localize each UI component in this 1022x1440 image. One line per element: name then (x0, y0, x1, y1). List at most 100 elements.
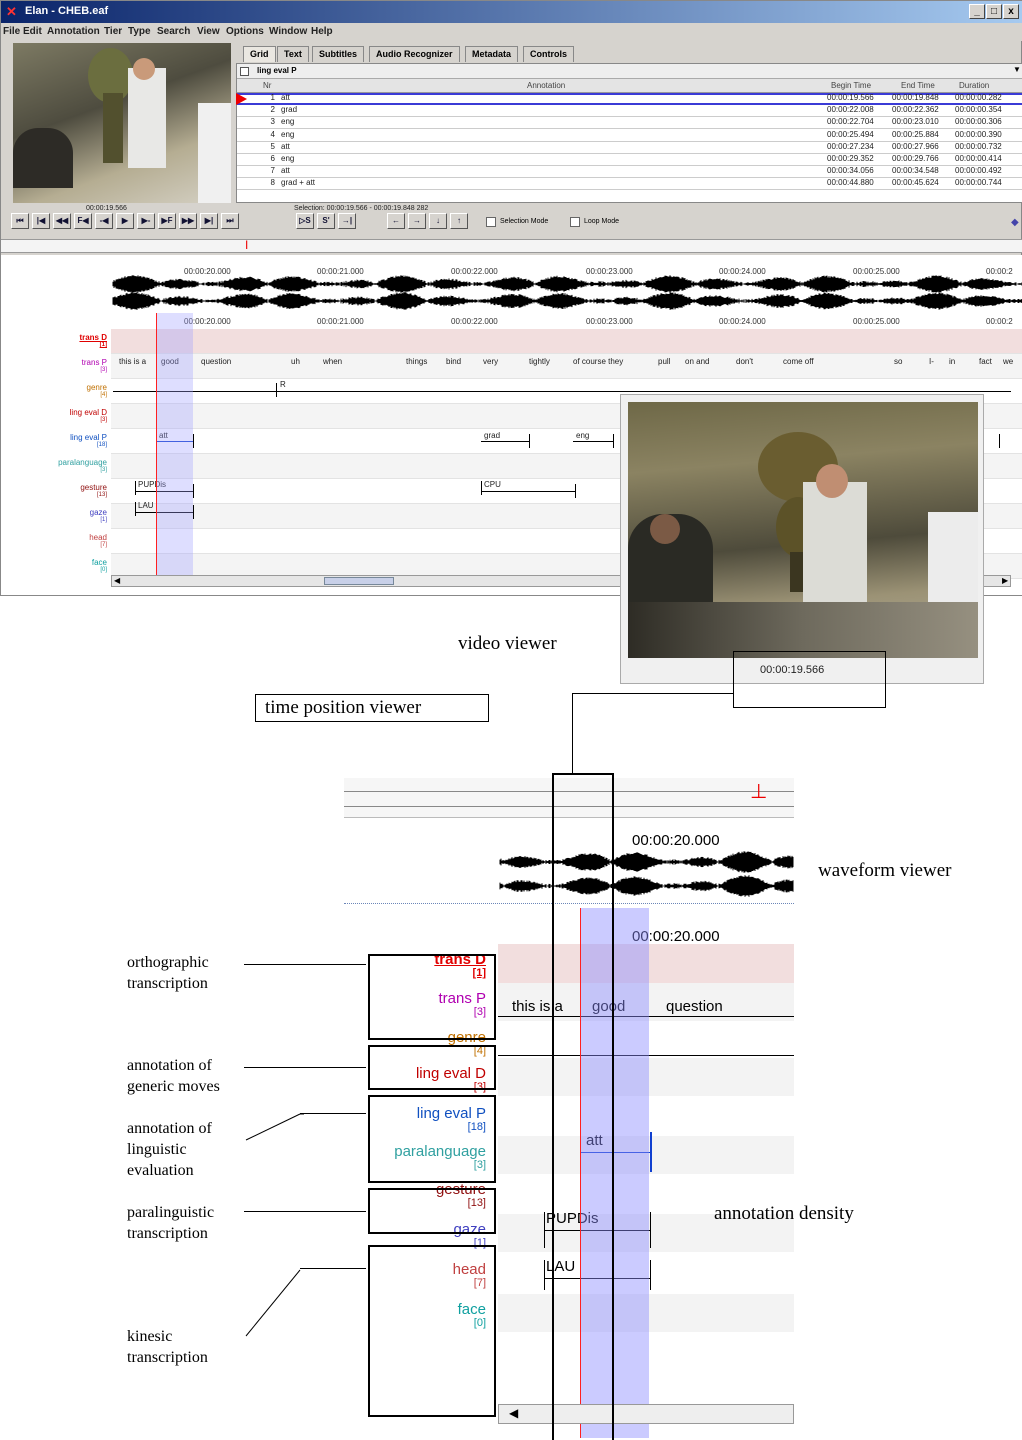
word-annotation[interactable]: tightly (529, 357, 550, 366)
back-second-button[interactable]: ◀◀ (53, 213, 71, 229)
volume-slider-icon[interactable]: ◆ (1011, 217, 1019, 228)
ling-eval-annotation[interactable]: eng (576, 431, 589, 440)
connector-line (245, 1113, 304, 1141)
media-controls: ⏮ |◀ ◀◀ F◀ -◀ ▶ ▶- ▶F ▶▶ ▶| ⏭ ▷S S' →| ←… (1, 213, 1022, 233)
table-row[interactable]: 2 grad 00:00:22.008 00:00:22.362 00:00:00.35… (237, 105, 1022, 118)
time-readout-outline (733, 651, 886, 708)
previous-frame-button[interactable]: |◀ (32, 213, 50, 229)
previous-annotation-button[interactable]: ← (387, 213, 405, 229)
back-pixel-button[interactable]: F◀ (74, 213, 92, 229)
zoom-gaze-annotation[interactable]: LAU (546, 1258, 575, 1275)
scroll-left-icon[interactable]: ◀ (114, 576, 120, 585)
table-row[interactable]: 1 att 00:00:19.566 00:00:19.848 00:00:00.282 (237, 93, 1022, 105)
menu-options[interactable]: Options (226, 26, 264, 37)
menu-search[interactable]: Search (157, 26, 190, 37)
word-annotation[interactable]: bind (446, 357, 461, 366)
step-back-button[interactable]: -◀ (95, 213, 113, 229)
word-annotation[interactable]: of course they (573, 357, 623, 366)
word-annotation[interactable]: come off (783, 357, 814, 366)
tab-grid[interactable]: Grid (243, 46, 276, 62)
tab-text[interactable]: Text (277, 46, 309, 62)
play-button[interactable]: ▶ (116, 213, 134, 229)
ling-eval-annotation[interactable]: grad (484, 431, 500, 440)
label-waveform-viewer: waveform viewer (818, 860, 952, 881)
tab-audio-recognizer[interactable]: Audio Recognizer (369, 46, 460, 62)
tier-down-button[interactable]: ↓ (429, 213, 447, 229)
next-frame-button[interactable]: ▶| (200, 213, 218, 229)
word-annotation[interactable]: on and (685, 357, 709, 366)
time-ruler[interactable]: I (1, 238, 1022, 253)
loop-mode-checkbox[interactable] (570, 217, 580, 227)
chevron-down-icon[interactable]: ▼ (1013, 65, 1021, 74)
tab-controls[interactable]: Controls (523, 46, 574, 62)
header-nr[interactable]: Nr (263, 81, 271, 90)
word-annotation[interactable]: fact (979, 357, 992, 366)
header-annotation[interactable]: Annotation (527, 81, 565, 90)
menu-window[interactable]: Window (269, 26, 307, 37)
forward-pixel-button[interactable]: ▶F (158, 213, 176, 229)
table-row[interactable]: 4 eng 00:00:25.494 00:00:25.884 00:00:00.390 (237, 130, 1022, 142)
maximize-button[interactable]: □ (986, 4, 1002, 19)
header-end-time[interactable]: End Time (901, 81, 935, 90)
selection-mode-checkbox[interactable] (486, 217, 496, 227)
word-annotation[interactable]: pull (658, 357, 670, 366)
zoom-word-annotation[interactable]: question (666, 998, 723, 1015)
next-annotation-button[interactable]: → (408, 213, 426, 229)
row-begin-time: 00:00:22.704 (827, 117, 874, 127)
word-annotation[interactable]: when (323, 357, 342, 366)
waveform-viewer[interactable]: 00:00:20.000 00:00:21.000 00:00:22.000 00:0… (1, 255, 1022, 313)
tier-up-button[interactable]: ↑ (450, 213, 468, 229)
scroll-left-icon[interactable]: ◀ (509, 1406, 518, 1420)
header-duration[interactable]: Duration (959, 81, 989, 90)
play-selection-button[interactable]: ▷S (296, 213, 314, 229)
go-to-end-button[interactable]: ⏭ (221, 213, 239, 229)
gaze-annotation[interactable]: LAU (138, 501, 154, 510)
scroll-right-icon[interactable]: ▶ (1002, 576, 1008, 585)
gesture-annotation[interactable]: CPU (484, 480, 501, 489)
crosshair-marker-icon[interactable]: I (245, 238, 248, 252)
table-row[interactable]: 7 att 00:00:34.056 00:00:34.548 00:00:00.492 (237, 166, 1022, 179)
minimize-button[interactable]: _ (969, 4, 985, 19)
title-bar: ✕ Elan - CHEB.eaf _ □ x (1, 1, 1022, 23)
word-annotation[interactable]: we (1003, 357, 1013, 366)
menu-view[interactable]: View (197, 26, 220, 37)
gesture-boundary (135, 481, 136, 495)
word-annotation[interactable]: question (201, 357, 231, 366)
table-row[interactable]: 3 eng 00:00:22.704 00:00:23.010 00:00:00.306 (237, 117, 1022, 130)
word-annotation[interactable]: don't (736, 357, 753, 366)
selection-boundary-button[interactable]: →| (338, 213, 356, 229)
row-duration: 00:00:00.282 (955, 93, 1002, 102)
menu-edit[interactable]: Edit (23, 26, 42, 37)
row-duration: 00:00:00.492 (955, 166, 1002, 176)
zoom-word-annotation[interactable]: this is a (512, 998, 563, 1015)
word-annotation[interactable]: I- (929, 357, 934, 366)
table-row[interactable]: 6 eng 00:00:29.352 00:00:29.766 00:00:00.414 (237, 154, 1022, 166)
menu-type[interactable]: Type (128, 26, 151, 37)
table-row[interactable]: 5 att 00:00:27.234 00:00:27.966 00:00:00.732 (237, 142, 1022, 154)
menu-annotation[interactable]: Annotation (47, 26, 100, 37)
menu-file[interactable]: File (3, 26, 20, 37)
menu-help[interactable]: Help (311, 26, 333, 37)
genre-annotation[interactable]: R (280, 380, 286, 389)
tab-subtitles[interactable]: Subtitles (312, 46, 365, 62)
zoom-scrollbar[interactable]: ◀ (498, 1404, 794, 1424)
tab-metadata[interactable]: Metadata (465, 46, 519, 62)
grid-tier-selector[interactable]: ling eval P ▼ (237, 64, 1022, 79)
go-to-begin-button[interactable]: ⏮ (11, 213, 29, 229)
forward-second-button[interactable]: ▶▶ (179, 213, 197, 229)
word-annotation[interactable]: very (483, 357, 498, 366)
word-annotation[interactable]: uh (291, 357, 300, 366)
step-forward-button[interactable]: ▶- (137, 213, 155, 229)
close-button[interactable]: x (1003, 4, 1019, 19)
word-annotation[interactable]: things (406, 357, 427, 366)
header-begin-time[interactable]: Begin Time (831, 81, 871, 90)
clear-selection-button[interactable]: S' (317, 213, 335, 229)
menu-tier[interactable]: Tier (104, 26, 122, 37)
word-annotation[interactable]: this is a (119, 357, 146, 366)
row-duration: 00:00:00.732 (955, 141, 1002, 151)
table-row[interactable]: 8 grad + att 00:00:44.880 00:00:45.624 00:00… (237, 178, 1022, 191)
tier-checkbox[interactable] (240, 67, 249, 76)
word-annotation[interactable]: so (894, 357, 902, 366)
word-annotation[interactable]: in (949, 357, 955, 366)
scroll-thumb[interactable] (324, 577, 394, 585)
